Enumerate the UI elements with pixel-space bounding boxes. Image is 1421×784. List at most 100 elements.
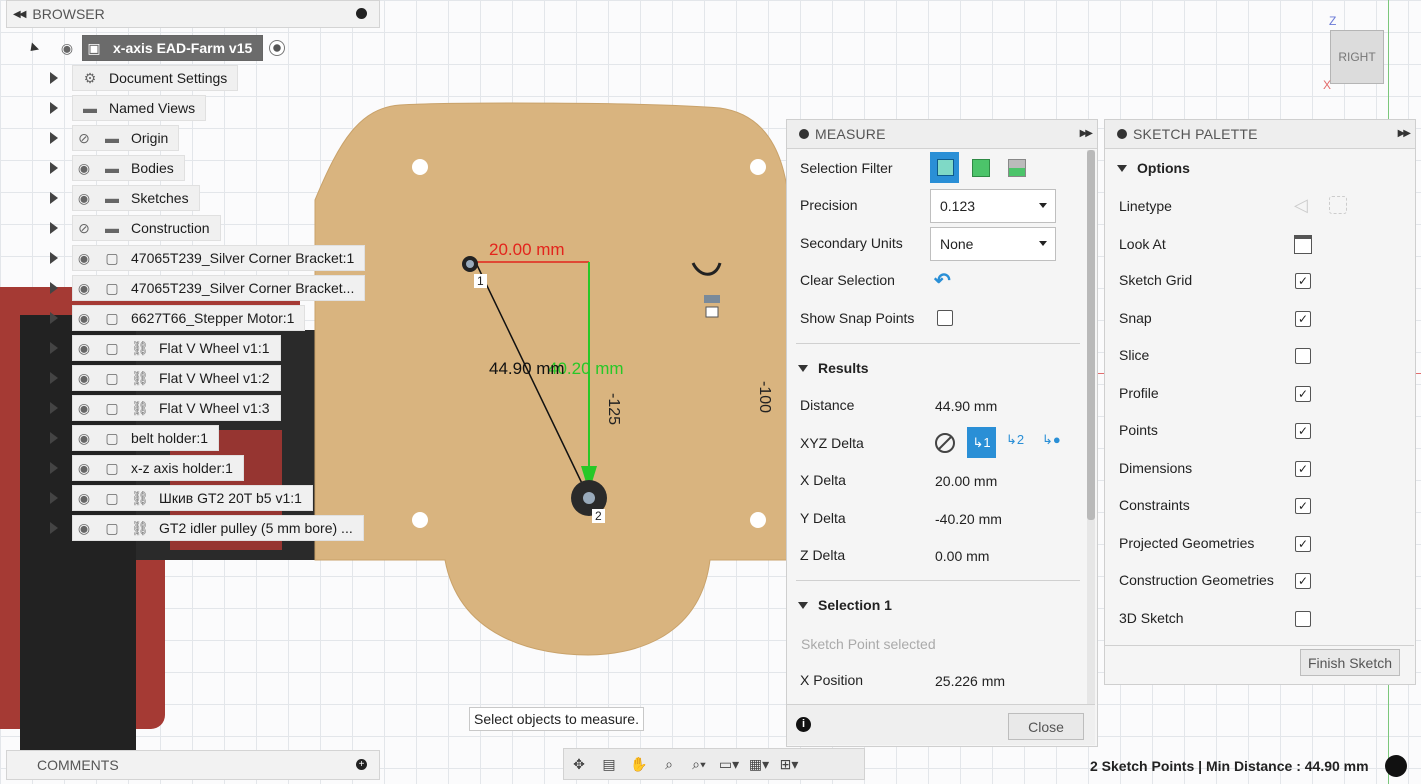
minimize-icon[interactable] <box>356 8 367 19</box>
expand-triangle-icon[interactable] <box>50 192 58 204</box>
scroll-thumb[interactable] <box>1087 150 1095 520</box>
zoom-window-icon[interactable]: ⌕▾ <box>684 756 714 773</box>
collapse-rewind-icon[interactable]: ◀◀ <box>13 9 26 20</box>
browser-item[interactable]: ◉ ▢ belt holder:1 <box>50 425 220 451</box>
browser-item[interactable]: ◉ ▢ ⛓ Шкив GT2 20T b5 v1:1 <box>50 485 313 511</box>
delta-selection2-icon[interactable]: ↳2 <box>1006 432 1024 448</box>
browser-item[interactable]: ◉ ▢ ⛓ Flat V Wheel v1:1 <box>50 335 281 361</box>
expand-triangle-icon[interactable] <box>50 462 58 474</box>
view-cube[interactable]: RIGHT <box>1330 30 1384 84</box>
expand-triangle-icon[interactable] <box>50 342 58 354</box>
browser-node[interactable]: ◉ ▢ ⛓ GT2 idler pulley (5 mm bore) ... <box>72 515 364 541</box>
palette-option-checkbox[interactable] <box>1295 610 1311 627</box>
browser-node[interactable]: ◉ ▬ Sketches <box>72 185 200 211</box>
browser-node[interactable]: ◉ ▢ 47065T239_Silver Corner Bracket... <box>72 275 366 301</box>
expand-triangle-icon[interactable] <box>50 372 58 384</box>
eye-icon[interactable]: ◉ <box>73 190 95 207</box>
finish-sketch-button[interactable]: Finish Sketch <box>1300 649 1400 676</box>
browser-item[interactable]: ◉ ▢ 47065T239_Silver Corner Bracket... <box>50 275 366 301</box>
info-icon[interactable]: i <box>796 717 811 732</box>
browser-item[interactable]: ◉ ▢ x-z axis holder:1 <box>50 455 244 481</box>
eye-icon[interactable]: ◉ <box>73 370 95 387</box>
expand-triangle-icon[interactable] <box>50 432 58 444</box>
browser-item[interactable]: ◉ ▬ Bodies <box>50 155 185 181</box>
filter-face-button[interactable] <box>930 152 959 183</box>
panel-collapse-icon[interactable] <box>799 129 809 139</box>
sketch-palette-header[interactable]: SKETCH PALETTE ▶▶ <box>1105 120 1415 149</box>
eye-hidden-icon[interactable]: ⊘ <box>73 220 95 237</box>
browser-node[interactable]: ◉ ▢ x-z axis holder:1 <box>72 455 244 481</box>
pan-hand-icon[interactable]: ✋ <box>624 756 654 773</box>
browser-item[interactable]: ◉ ▢ 47065T239_Silver Corner Bracket:1 <box>50 245 366 271</box>
activate-radio-icon[interactable] <box>269 40 286 56</box>
eye-icon[interactable]: ◉ <box>73 460 95 477</box>
expand-triangle-icon[interactable] <box>50 72 58 84</box>
expand-forward-icon[interactable]: ▶▶ <box>1398 128 1411 139</box>
browser-item[interactable]: ⊘ ▬ Construction <box>50 215 221 241</box>
look-at-toolbar-icon[interactable]: ▤ <box>594 756 624 773</box>
expand-triangle-icon[interactable] <box>50 132 58 144</box>
eye-icon[interactable]: ◉ <box>73 400 95 417</box>
delta-selection1-icon[interactable]: ↳1 <box>967 427 996 458</box>
panel-collapse-icon[interactable] <box>1117 129 1127 139</box>
eye-icon[interactable]: ◉ <box>73 280 95 297</box>
component-filter-icon[interactable] <box>1008 159 1026 177</box>
measure-header[interactable]: MEASURE ▶▶ <box>787 120 1097 149</box>
delta-world-icon[interactable]: ↳● <box>1042 432 1061 448</box>
browser-item[interactable]: ◉ ▢ 6627T66_Stepper Motor:1 <box>50 305 306 331</box>
browser-node[interactable]: ◉ ▢ 47065T239_Silver Corner Bracket:1 <box>72 245 366 271</box>
browser-node[interactable]: ◉ ▢ ⛓ Flat V Wheel v1:2 <box>72 365 281 391</box>
browser-item[interactable]: ⚙ Document Settings <box>50 65 239 91</box>
measure-scrollbar[interactable] <box>1087 150 1095 705</box>
eye-icon[interactable]: ◉ <box>73 490 95 507</box>
eye-hidden-icon[interactable]: ⊘ <box>73 130 95 147</box>
browser-node[interactable]: ◉ ▢ ⛓ Flat V Wheel v1:3 <box>72 395 281 421</box>
zoom-icon[interactable]: ⌕ <box>654 756 684 773</box>
body-filter-icon[interactable] <box>972 159 990 177</box>
results-section[interactable]: Results <box>798 360 869 376</box>
options-section[interactable]: Options <box>1117 160 1190 176</box>
close-button[interactable]: Close <box>1008 713 1084 740</box>
palette-option-checkbox[interactable]: ✓ <box>1295 273 1311 289</box>
browser-item[interactable]: ◉ ▢ ⛓ Flat V Wheel v1:3 <box>50 395 281 421</box>
show-snap-points-checkbox[interactable] <box>937 310 953 326</box>
palette-option-checkbox[interactable]: ✓ <box>1295 310 1311 327</box>
expand-triangle-icon[interactable] <box>26 41 40 55</box>
expand-triangle-icon[interactable] <box>50 102 58 114</box>
expand-triangle-icon[interactable] <box>50 312 58 324</box>
browser-item[interactable]: ◉ ▢ ⛓ GT2 idler pulley (5 mm bore) ... <box>50 515 364 541</box>
root-node[interactable]: ▣ x-axis EAD-Farm v15 <box>82 35 264 61</box>
tree-root[interactable]: ◉ ▣ x-axis EAD-Farm v15 <box>26 35 286 61</box>
add-comment-icon[interactable]: + <box>356 759 367 770</box>
expand-triangle-icon[interactable] <box>50 282 58 294</box>
look-at-icon[interactable] <box>1294 235 1312 254</box>
eye-icon[interactable]: ◉ <box>56 40 78 57</box>
viewports-icon[interactable]: ⊞▾ <box>774 756 804 773</box>
palette-option-checkbox[interactable]: ✓ <box>1295 535 1311 552</box>
browser-node[interactable]: ⚙ Document Settings <box>72 65 239 91</box>
browser-node[interactable]: ⊘ ▬ Construction <box>72 215 221 241</box>
eye-icon[interactable]: ◉ <box>73 520 95 537</box>
expand-triangle-icon[interactable] <box>50 162 58 174</box>
secondary-units-select[interactable]: None <box>930 227 1056 261</box>
expand-triangle-icon[interactable] <box>50 222 58 234</box>
eye-icon[interactable]: ◉ <box>73 250 95 267</box>
linetype-construction-icon[interactable] <box>1329 196 1347 214</box>
browser-node[interactable]: ◉ ▢ ⛓ Шкив GT2 20T b5 v1:1 <box>72 485 313 511</box>
palette-option-checkbox[interactable]: ✓ <box>1295 573 1311 589</box>
browser-item[interactable]: ⊘ ▬ Origin <box>50 125 180 151</box>
browser-node[interactable]: ⊘ ▬ Origin <box>72 125 180 151</box>
browser-node[interactable]: ◉ ▢ ⛓ Flat V Wheel v1:1 <box>72 335 281 361</box>
eye-icon[interactable]: ◉ <box>73 160 95 177</box>
expand-triangle-icon[interactable] <box>50 492 58 504</box>
palette-option-checkbox[interactable]: ✓ <box>1295 460 1311 477</box>
expand-triangle-icon[interactable] <box>50 522 58 534</box>
undo-arrow-icon[interactable]: ↶ <box>934 268 951 293</box>
browser-header[interactable]: ◀◀ BROWSER <box>6 0 380 28</box>
grid-settings-icon[interactable]: ▦▾ <box>744 756 774 773</box>
display-settings-icon[interactable]: ▭▾ <box>714 756 744 773</box>
selection1-section[interactable]: Selection 1 <box>798 597 892 613</box>
palette-option-checkbox[interactable]: ✓ <box>1295 385 1311 402</box>
expand-forward-icon[interactable]: ▶▶ <box>1080 128 1093 139</box>
browser-node[interactable]: ◉ ▢ belt holder:1 <box>72 425 220 451</box>
